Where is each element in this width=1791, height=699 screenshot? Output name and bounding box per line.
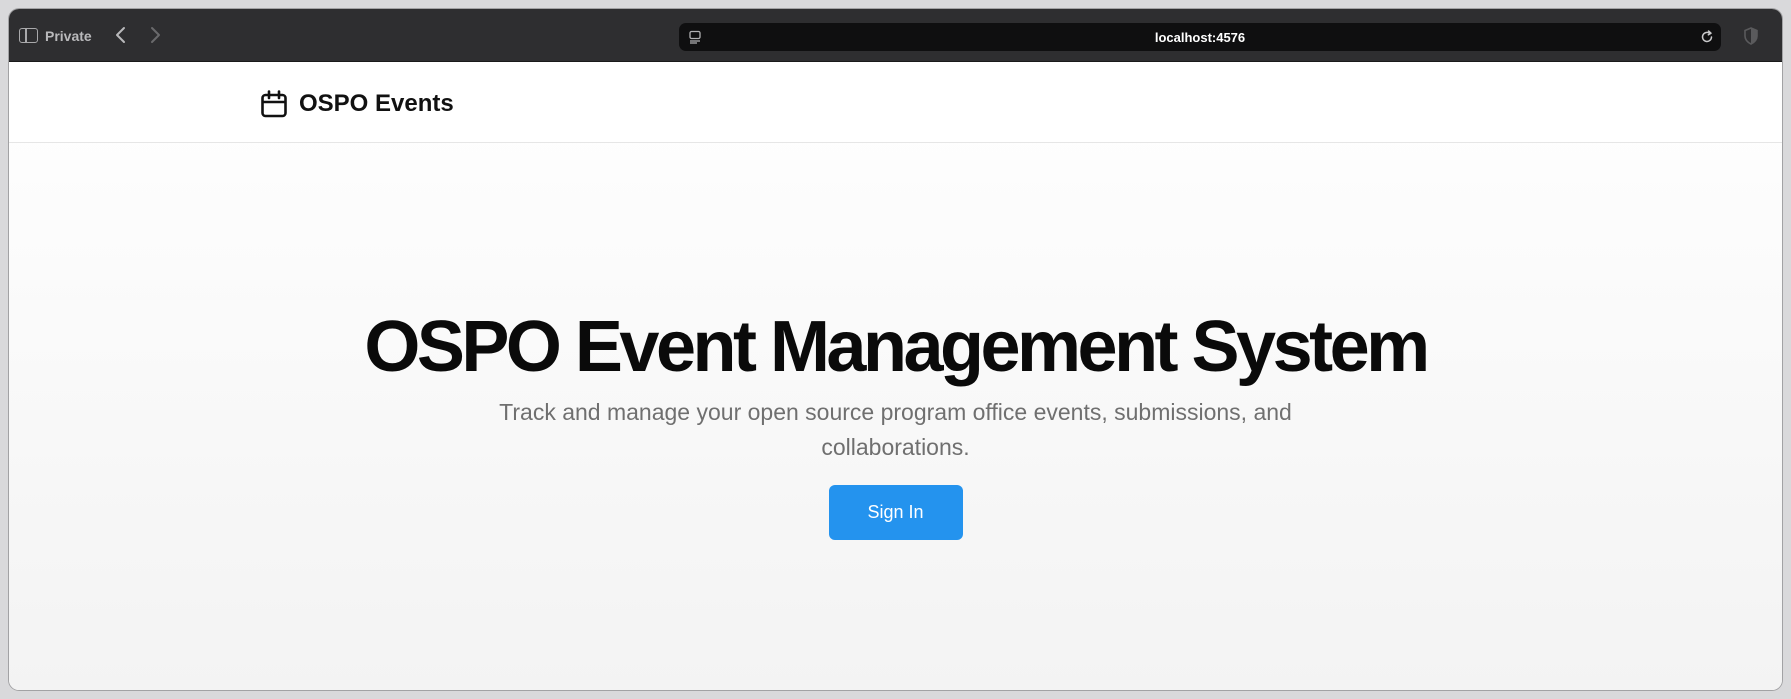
brand[interactable]: OSPO Events bbox=[259, 87, 454, 121]
hero-subtitle: Track and manage your open source progra… bbox=[499, 399, 1292, 460]
browser-toolbar: Private localhost:4576 bbox=[9, 9, 1782, 62]
forward-arrow-icon[interactable] bbox=[146, 25, 164, 45]
back-arrow-icon[interactable] bbox=[112, 25, 130, 45]
sidebar-toggle-icon[interactable] bbox=[19, 28, 38, 43]
page-title: OSPO Event Management System bbox=[364, 307, 1430, 387]
private-label: Private bbox=[45, 28, 92, 44]
page-content: OSPO Events OSPO Event Management System… bbox=[9, 63, 1782, 690]
url-text: localhost:4576 bbox=[1154, 30, 1246, 45]
hero-section: OSPO Event Management System Track and m… bbox=[9, 307, 1782, 540]
browser-window: Private localhost:4576 OSPO Events OSPO … bbox=[9, 9, 1782, 690]
address-bar[interactable]: localhost:4576 bbox=[679, 23, 1721, 51]
calendar-icon bbox=[261, 90, 287, 118]
reload-icon[interactable] bbox=[1699, 29, 1715, 45]
privacy-shield-icon[interactable] bbox=[1742, 26, 1760, 46]
sign-in-button[interactable]: Sign In bbox=[828, 485, 963, 540]
brand-name: OSPO Events bbox=[299, 90, 454, 117]
site-header: OSPO Events bbox=[9, 63, 1782, 143]
